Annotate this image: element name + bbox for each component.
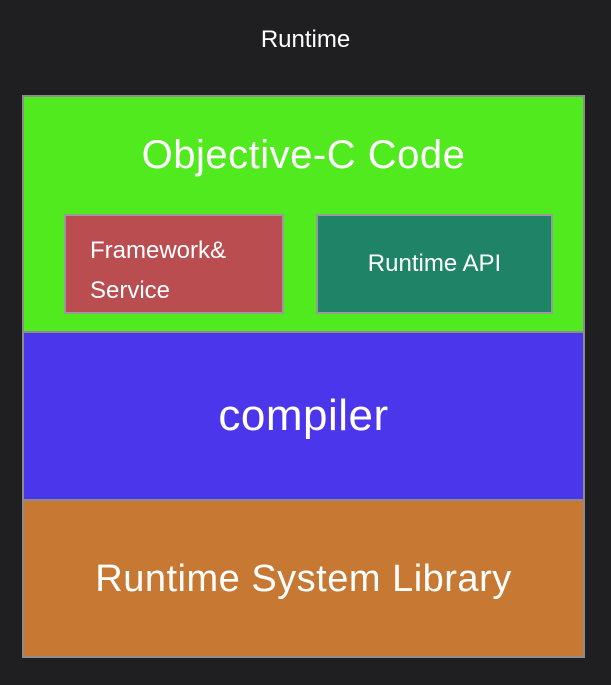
objective-c-code-layer: Objective-C Code Framework& Service Runt…: [22, 95, 585, 333]
compiler-label: compiler: [218, 391, 389, 440]
runtime-system-library-label: Runtime System Library: [95, 557, 512, 600]
framework-service-box: Framework& Service: [64, 214, 284, 314]
objective-c-code-label: Objective-C Code: [141, 133, 466, 177]
diagram-title: Runtime: [260, 26, 351, 53]
runtime-system-library-layer: Runtime System Library: [22, 499, 585, 658]
runtime-architecture-diagram: Objective-C Code Framework& Service Runt…: [22, 95, 585, 658]
framework-service-label: Framework& Service: [90, 231, 226, 311]
runtime-api-box: Runtime API: [316, 214, 553, 314]
service-label-line: Service: [90, 277, 171, 304]
runtime-api-label: Runtime API: [367, 250, 502, 277]
compiler-layer: compiler: [22, 331, 585, 501]
framework-label-line: Framework&: [90, 237, 227, 264]
